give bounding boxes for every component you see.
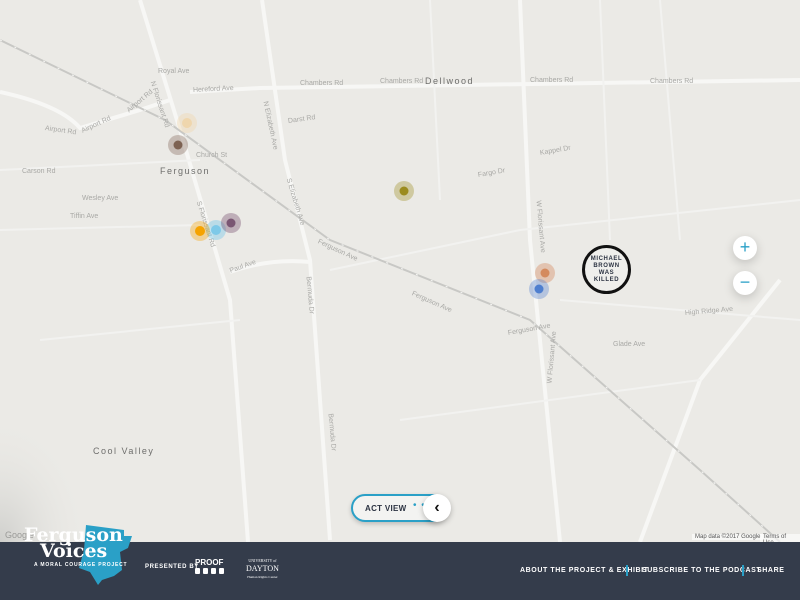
logo-tagline: A MORAL COURAGE PROJECT — [34, 562, 128, 568]
street-label: Church St — [196, 152, 228, 159]
story-marker[interactable] — [168, 135, 188, 155]
act-view-label: ACT VIEW — [365, 504, 407, 513]
story-marker[interactable] — [394, 181, 414, 201]
about-project-link[interactable]: ABOUT THE PROJECT & EXHIBIT — [520, 567, 649, 574]
story-marker[interactable] — [190, 221, 210, 241]
zoom-out-button[interactable]: − — [733, 271, 757, 295]
killed-marker-label: MICHAEL BROWN WAS KILLED — [590, 255, 623, 283]
street-label: Chambers Rd — [650, 78, 694, 85]
nav-divider — [742, 565, 744, 576]
street-label: Chambers Rd — [380, 78, 424, 85]
street-label: Wesley Ave — [82, 195, 119, 202]
street-label: Tiffin Ave — [70, 213, 99, 220]
street-label: Chambers Rd — [530, 77, 574, 84]
map-attribution: Map data ©2017 Google — [692, 534, 764, 540]
terms-of-use-link[interactable]: Terms of Use — [760, 534, 800, 542]
place-label-ferguson: Ferguson — [160, 166, 211, 176]
presented-by-label: PRESENTED BY — [145, 564, 199, 570]
ferguson-voices-logo[interactable]: Ferguson Voices A MORAL COURAGE PROJECT — [24, 520, 134, 600]
place-label-dellwood: Dellwood — [425, 76, 475, 86]
street-label: Chambers Rd — [300, 80, 344, 87]
dayton-line-3: Human Rights Center — [247, 575, 278, 579]
dayton-line-2: DAYTON — [246, 564, 279, 573]
zoom-in-button[interactable]: + — [733, 236, 757, 260]
map[interactable]: Ferguson Dellwood Cool Valley Chambers R… — [0, 0, 800, 542]
chevron-left-icon[interactable]: ‹ — [423, 494, 451, 522]
share-link[interactable]: SHARE — [757, 567, 785, 574]
logo-line-2: Voices — [40, 540, 108, 562]
street-label: Glade Ave — [613, 341, 646, 348]
proof-logo[interactable]: PROOF — [195, 558, 227, 576]
proof-logo-text: PROOF — [195, 558, 224, 567]
footer: Ferguson Voices A MORAL COURAGE PROJECT … — [0, 525, 800, 600]
place-label-cool-valley: Cool Valley — [93, 446, 155, 456]
street-label: Royal Ave — [158, 68, 190, 75]
michael-brown-location-marker[interactable]: MICHAEL BROWN WAS KILLED — [582, 245, 631, 294]
story-marker[interactable] — [177, 113, 197, 133]
story-marker[interactable] — [221, 213, 241, 233]
story-marker[interactable] — [529, 279, 549, 299]
university-of-dayton-logo[interactable]: UNIVERSITY of DAYTON Human Rights Center — [246, 557, 279, 581]
street-label: Carson Rd — [22, 168, 56, 175]
nav-divider — [626, 565, 628, 576]
act-view-button[interactable]: ACT VIEW • • • ‹ — [351, 494, 451, 522]
